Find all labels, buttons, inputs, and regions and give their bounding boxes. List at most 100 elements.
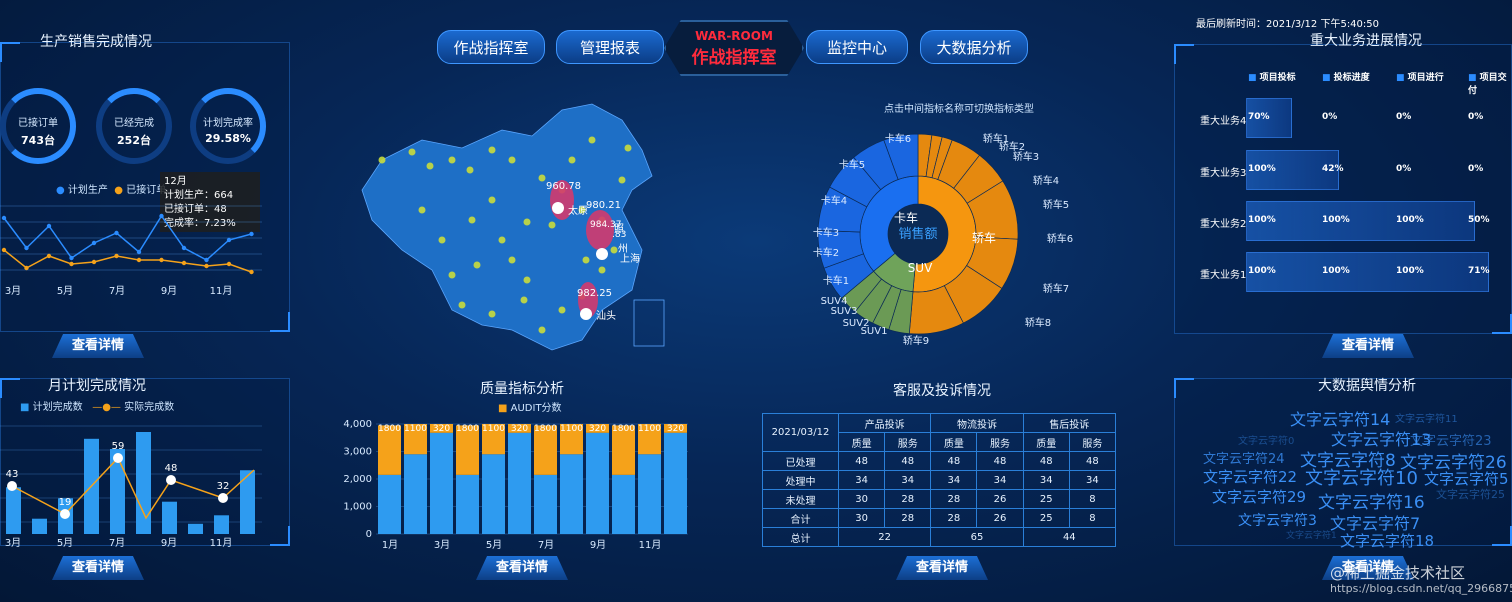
quality-bar xyxy=(404,454,427,534)
nav-monitor-center[interactable]: 监控中心 xyxy=(806,30,908,64)
word-cloud-item[interactable]: 文字云字符11 xyxy=(1395,410,1458,425)
legend-actual: 实际完成数 xyxy=(124,402,175,413)
map-dot xyxy=(458,301,466,309)
x-tick: 7月 xyxy=(109,285,125,297)
ring-value: 29.58% xyxy=(205,132,251,145)
progress-row-name: 重大业务2 xyxy=(1200,219,1247,230)
order-point xyxy=(204,263,209,269)
complaints-row: 未处理 30 28 28 26 25 8 xyxy=(762,489,1117,509)
word-cloud-item[interactable]: 文字云字符25 xyxy=(1436,486,1505,502)
progress-cell: 100% xyxy=(1396,266,1424,276)
inner-sedan: 轿车 xyxy=(972,230,996,245)
quality-legend: ■ AUDIT分数 xyxy=(498,403,562,414)
audit-label: 320 xyxy=(589,424,606,434)
nav-big-data[interactable]: 大数据分析 xyxy=(920,30,1028,64)
row-cell: 25 xyxy=(1022,489,1070,509)
sunburst-label-left: 卡车1 xyxy=(823,274,849,287)
total-label: 总计 xyxy=(762,527,839,547)
y-tick: 3,000 xyxy=(343,447,372,458)
quality-bar xyxy=(508,432,531,534)
plan-point xyxy=(249,231,254,237)
word-cloud-item[interactable]: 文字云字符18 xyxy=(1340,530,1434,551)
production-detail-button[interactable]: 查看详情 xyxy=(52,334,144,358)
city-label-taiyuan: 960.78 xyxy=(546,181,581,192)
word-cloud-item[interactable]: 文字云字符10 xyxy=(1305,464,1418,490)
quality-bar xyxy=(612,474,635,534)
actual-point xyxy=(7,481,17,491)
inner-suv: SUV xyxy=(908,261,933,275)
china-map[interactable] xyxy=(352,100,682,360)
monthly-legend: ■ 计划完成数 —●— 实际完成数 xyxy=(20,402,175,413)
row-cell: 48 xyxy=(1068,451,1117,471)
production-title: 生产销售完成情况 xyxy=(40,34,152,50)
map-dot xyxy=(538,326,546,334)
row-cell: 26 xyxy=(976,508,1024,528)
map-dot xyxy=(618,176,626,184)
sunburst-chart[interactable]: 销售额卡车轿车SUV卡车6卡车5卡车4卡车3卡车2卡车1SUV4SUV3SUV2… xyxy=(800,120,1100,360)
word-cloud-item[interactable]: 文字云字符1 xyxy=(1286,528,1337,541)
map-dot xyxy=(473,261,481,269)
sunburst-label-left: 卡车4 xyxy=(821,194,847,207)
audit-label: 1800 xyxy=(612,424,635,434)
hotspot xyxy=(586,210,614,250)
row-cell: 28 xyxy=(930,489,978,509)
row-cell: 8 xyxy=(1068,489,1117,509)
row-cell: 34 xyxy=(930,470,978,490)
ring-value: 743台 xyxy=(21,134,55,147)
x-tick: 11月 xyxy=(210,285,233,297)
monthly-bar xyxy=(136,432,151,534)
sub-quality: 质量 xyxy=(1022,432,1070,452)
map-dot xyxy=(418,206,426,214)
progress-detail-button[interactable]: 查看详情 xyxy=(1322,334,1414,358)
word-cloud-item[interactable]: 文字云字符22 xyxy=(1203,466,1297,487)
progress-col: 项目进行 xyxy=(1407,73,1444,83)
sunburst-label-right: 轿车4 xyxy=(1033,174,1059,187)
word-cloud-item[interactable]: 文字云字符29 xyxy=(1212,486,1306,507)
audit-label: 1100 xyxy=(560,424,583,434)
map-dot xyxy=(610,246,618,254)
south-sea-box xyxy=(633,299,665,347)
ring-value: 252台 xyxy=(117,134,151,147)
sunburst-label-right: 轿车5 xyxy=(1043,198,1069,211)
x-tick: 3月 xyxy=(5,285,21,297)
order-point xyxy=(159,257,164,263)
word-cloud-item[interactable]: 文字云字符3 xyxy=(1238,510,1317,530)
map-dot xyxy=(508,256,516,264)
progress-title: 重大业务进展情况 xyxy=(1310,33,1422,49)
nav-center-logo[interactable]: WAR-ROOM 作战指挥室 xyxy=(664,20,804,76)
row-cell: 48 xyxy=(976,451,1024,471)
word-cloud-item[interactable]: 文字云字符0 xyxy=(1238,432,1294,447)
total-aftersale: 44 xyxy=(1022,527,1117,547)
monthly-detail-button[interactable]: 查看详情 xyxy=(52,556,144,580)
quality-bar xyxy=(430,432,453,534)
audit-label: 1800 xyxy=(456,424,479,434)
monthly-chart: 43 19 59 48 32 3月 5月 7月 9月 11月 xyxy=(0,425,262,549)
complaints-title: 客服及投诉情况 xyxy=(893,383,991,399)
x-tick: 5月 xyxy=(57,285,73,297)
group-logistics: 物流投诉 xyxy=(930,413,1024,433)
actual-point xyxy=(166,475,176,485)
word-cloud-item[interactable]: 文字云字符24 xyxy=(1203,448,1285,467)
sub-service: 服务 xyxy=(1068,432,1117,452)
nav-management-report[interactable]: 管理报表 xyxy=(556,30,664,64)
order-point xyxy=(249,269,254,275)
word-cloud-item[interactable]: 文字云字符23 xyxy=(1410,430,1492,449)
progress-cell: 100% xyxy=(1248,266,1276,276)
progress-row-name: 重大业务1 xyxy=(1200,270,1247,281)
war-room-cn: 作战指挥室 xyxy=(691,48,777,68)
quality-detail-button[interactable]: 查看详情 xyxy=(476,556,568,580)
legend-plan: 计划生产 xyxy=(67,185,108,196)
nav-war-room[interactable]: 作战指挥室 xyxy=(437,30,545,64)
sunburst-label-left: 卡车2 xyxy=(813,246,839,259)
row-cell: 28 xyxy=(930,508,978,528)
quality-bar xyxy=(664,432,687,534)
plan-point xyxy=(24,245,29,251)
progress-col: 项目投标 xyxy=(1259,73,1296,83)
progress-cell: 50% xyxy=(1468,215,1490,225)
complaints-row: 处理中 34 34 34 34 34 34 xyxy=(762,470,1117,490)
actual-label: 59 xyxy=(112,441,125,452)
plan-point xyxy=(204,257,209,263)
complaints-detail-button[interactable]: 查看详情 xyxy=(896,556,988,580)
map-dot xyxy=(408,148,416,156)
audit-label: 320 xyxy=(511,424,528,434)
